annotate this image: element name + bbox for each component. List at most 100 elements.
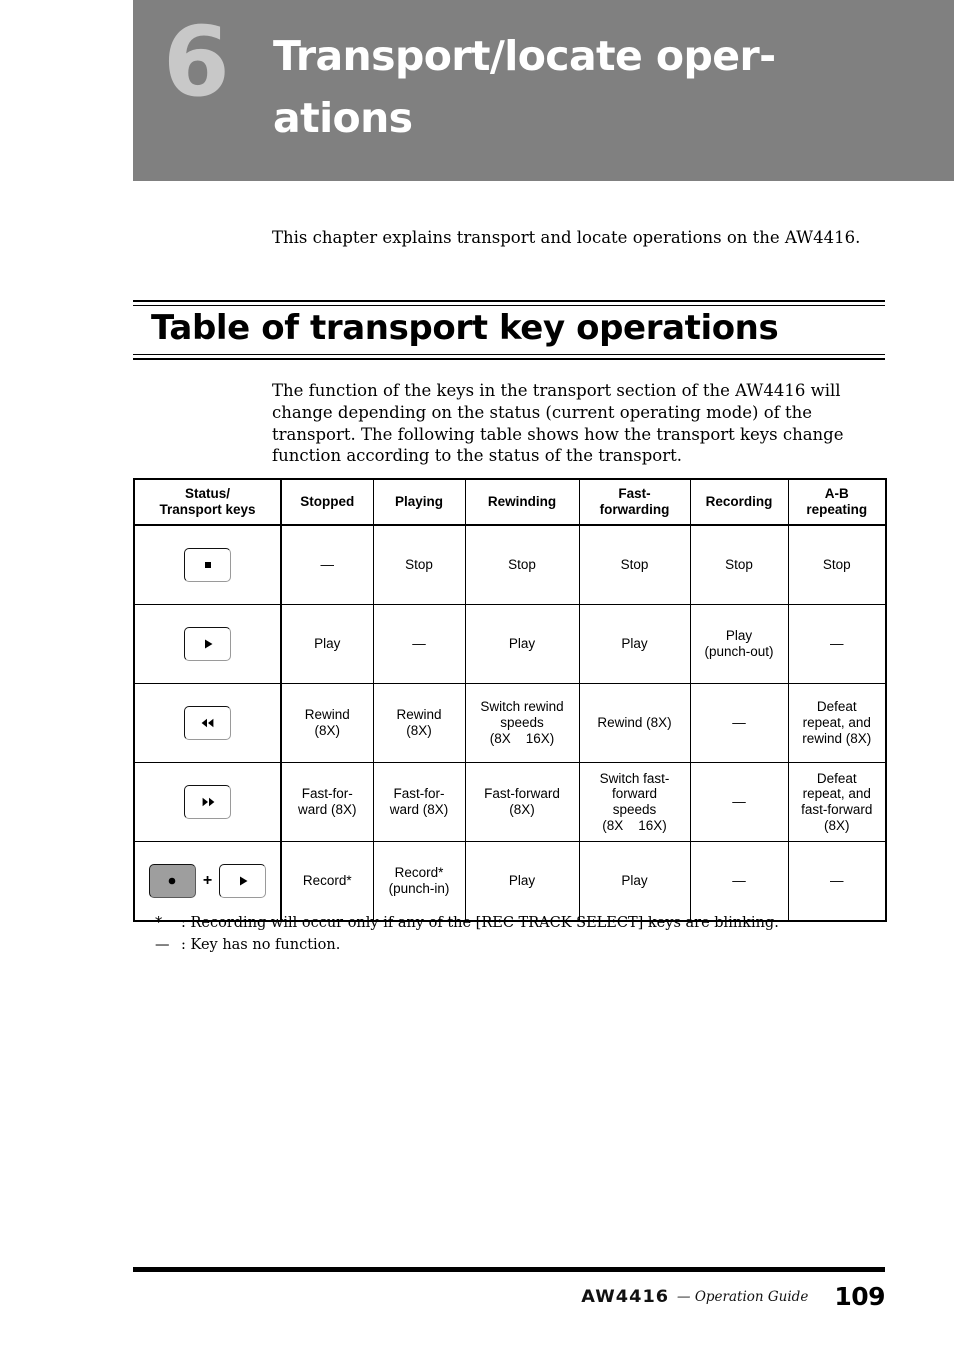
chapter-title: Transport/locate oper-ations bbox=[273, 32, 776, 142]
cell-line: Play bbox=[314, 636, 341, 652]
key-graphic-cell-record-plus-play-keys: + bbox=[133, 841, 282, 923]
cell-line: Play bbox=[621, 636, 648, 652]
page-number: 109 bbox=[834, 1282, 885, 1311]
cell-line: Play bbox=[508, 873, 536, 889]
rewind-double-triangle-icon bbox=[197, 716, 219, 730]
cell-record-plus-play-keys-0: Record* bbox=[280, 841, 374, 923]
rewind-double-triangle-key bbox=[184, 706, 231, 741]
cell-line: (8X) bbox=[823, 818, 850, 834]
play-triangle-icon bbox=[197, 637, 219, 651]
footer-rule bbox=[133, 1267, 885, 1272]
cell-line: Stop bbox=[822, 557, 851, 573]
cell-fast-forward-key-1: Fast-for-ward (8X) bbox=[372, 762, 466, 843]
cell-play-key-4: Play (punch-out) bbox=[689, 604, 789, 685]
header-line: Status/ bbox=[184, 486, 230, 501]
cell-stop-key-0: — bbox=[280, 524, 374, 606]
cell-line: Rewind bbox=[396, 707, 442, 723]
chapter-banner: 6 Transport/locate oper-ations bbox=[133, 0, 954, 181]
footnote-text: : Key has no function. bbox=[181, 936, 341, 953]
cell-line: — bbox=[320, 557, 335, 573]
play-triangle-key bbox=[219, 864, 267, 899]
cell-line: ward (8X) bbox=[389, 802, 449, 818]
cell-line: — bbox=[732, 715, 746, 731]
cell-rewind-key-2: Switch rewind speeds (8X 16X) bbox=[464, 683, 580, 764]
cell-line: (8X) bbox=[509, 802, 535, 818]
cell-play-key-5: — bbox=[787, 604, 887, 685]
cell-line: Defeat bbox=[816, 770, 857, 786]
header-line: Recording bbox=[705, 494, 773, 510]
record-circle-icon bbox=[161, 874, 183, 888]
cell-line: Switch fast- bbox=[599, 770, 670, 786]
cell-play-key-0: Play bbox=[280, 604, 374, 685]
cell-line: speeds bbox=[612, 802, 657, 818]
cell-line: — bbox=[732, 794, 746, 810]
cell-line: Switch rewind bbox=[480, 699, 564, 715]
record-circle-key bbox=[148, 864, 196, 899]
cell-line: Play bbox=[508, 636, 536, 652]
column-header-status-transport-keys: Status/Transport keys bbox=[133, 477, 282, 527]
cell-line: Stop bbox=[508, 557, 536, 573]
fast-forward-double-triangle-key bbox=[184, 785, 231, 820]
cell-line: Stop bbox=[620, 557, 649, 573]
cell-fast-forward-key-5: Defeat repeat, and fast-forward (8X) bbox=[787, 762, 887, 843]
cell-line: Record* bbox=[302, 873, 352, 889]
section-heading-block: Table of transport key operations bbox=[133, 300, 885, 360]
play-triangle-icon bbox=[232, 874, 254, 888]
cell-line: Fast-for- bbox=[301, 786, 353, 802]
cell-line: — bbox=[732, 873, 746, 889]
header-line: Stopped bbox=[300, 494, 355, 510]
table-row: Rewind (8X) Rewind (8X) Switch rewind speeds(… bbox=[133, 683, 887, 764]
cell-record-plus-play-keys-1: Record* (punch-in) bbox=[372, 841, 466, 923]
cell-line: — bbox=[830, 873, 844, 889]
cell-line: (8X) bbox=[406, 723, 432, 739]
footnote-row: *: Recording will occur only if any of t… bbox=[155, 913, 855, 935]
cell-rewind-key-1: Rewind (8X) bbox=[372, 683, 466, 764]
cell-line: ward (8X) bbox=[297, 802, 357, 818]
header-line: Playing bbox=[394, 494, 443, 510]
cell-play-key-3: Play bbox=[578, 604, 691, 685]
transport-key-table: Status/Transport keys Stopped Playing Re… bbox=[133, 477, 887, 923]
heading-rule-bottom bbox=[133, 353, 885, 360]
cell-line: — bbox=[412, 636, 426, 652]
record-plus-play-keys: + bbox=[138, 864, 277, 899]
header-line: Fast- bbox=[618, 486, 651, 501]
cell-line: (8X 16X) bbox=[602, 818, 667, 834]
cell-rewind-key-0: Rewind (8X) bbox=[280, 683, 374, 764]
chapter-number: 6 bbox=[163, 6, 230, 118]
cell-line: Fast-for- bbox=[393, 786, 445, 802]
cell-line: fast-forward bbox=[801, 802, 873, 818]
cell-line: (8X) bbox=[314, 723, 340, 739]
table-row: Fast-for-ward (8X) Fast-for-ward (8X) Fast… bbox=[133, 762, 887, 843]
cell-rewind-key-3: Rewind (8X) bbox=[578, 683, 691, 764]
cell-fast-forward-key-2: Fast-forward (8X) bbox=[464, 762, 580, 843]
cell-line: rewind (8X) bbox=[802, 731, 872, 747]
cell-stop-key-2: Stop bbox=[464, 524, 580, 606]
footer-guide-label: — Operation Guide bbox=[677, 1288, 809, 1305]
cell-line: (8X 16X) bbox=[489, 731, 555, 747]
footnote-mark: — bbox=[155, 936, 170, 953]
cell-line: Stop bbox=[725, 557, 753, 573]
brand-logo: AW4416 bbox=[580, 1286, 669, 1307]
key-graphic-cell-fast-forward-key bbox=[133, 762, 282, 843]
table-row: Play — Play Play Play (punch-out) — bbox=[133, 604, 887, 685]
cell-play-key-2: Play bbox=[464, 604, 580, 685]
cell-fast-forward-key-4: — bbox=[689, 762, 789, 843]
column-header-rewinding: Rewinding bbox=[464, 477, 580, 527]
cell-record-plus-play-keys-2: Play bbox=[464, 841, 580, 923]
cell-line: Stop bbox=[405, 557, 433, 573]
cell-rewind-key-5: Defeat repeat, and rewind (8X) bbox=[787, 683, 887, 764]
cell-line: Play bbox=[621, 873, 648, 889]
cell-line: — bbox=[830, 636, 844, 652]
footnotes: *: Recording will occur only if any of t… bbox=[155, 913, 855, 957]
cell-line: Play bbox=[725, 628, 753, 644]
cell-rewind-key-4: — bbox=[689, 683, 789, 764]
stop-key bbox=[138, 548, 277, 583]
key-graphic-cell-rewind-key bbox=[133, 683, 282, 764]
rewind-key bbox=[138, 706, 277, 741]
cell-line: repeat, and bbox=[802, 786, 871, 802]
column-header-ab-repeating: A-B repeating bbox=[787, 477, 887, 527]
column-header-fast-forwarding: Fast-forwarding bbox=[578, 477, 691, 527]
cell-fast-forward-key-0: Fast-for-ward (8X) bbox=[280, 762, 374, 843]
cell-record-plus-play-keys-4: — bbox=[689, 841, 789, 923]
fast-forward-double-triangle-icon bbox=[197, 795, 219, 809]
